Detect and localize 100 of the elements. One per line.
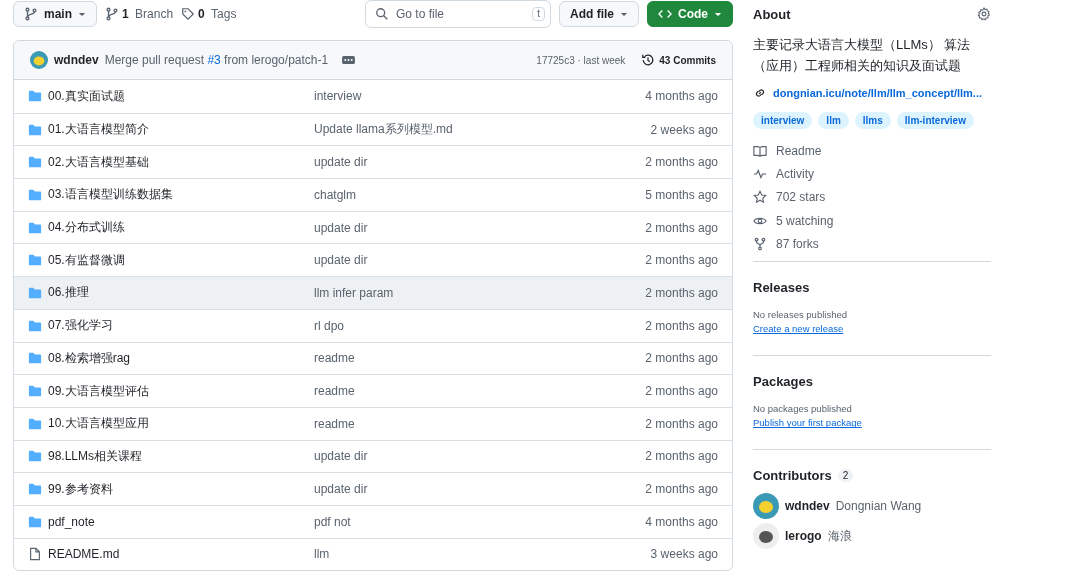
- branch-icon: [105, 7, 119, 21]
- commit-sha-time: 17725c3 · last week: [536, 54, 626, 66]
- commit-message-link[interactable]: readme: [314, 416, 634, 431]
- file-name[interactable]: 02.大语言模型基础: [48, 153, 149, 171]
- commit-message-link[interactable]: update dir: [314, 449, 634, 464]
- contributor-login[interactable]: lerogo: [785, 529, 822, 544]
- commit-message-link[interactable]: Update llama系列模型.md: [314, 121, 634, 139]
- folder-icon: [28, 155, 42, 170]
- contributor-count: 2: [837, 469, 854, 483]
- file-row[interactable]: 09.大语言模型评估 readme 2 months ago: [14, 374, 732, 407]
- file-name[interactable]: 08.检索增强rag: [48, 349, 131, 367]
- file-row[interactable]: README.md llm 3 weeks ago: [14, 537, 732, 571]
- avatar-icon[interactable]: [753, 493, 779, 520]
- branch-button[interactable]: main: [13, 1, 97, 27]
- commit-message-link[interactable]: llm: [314, 547, 634, 562]
- commit-time: 2 months ago: [644, 285, 718, 300]
- releases-note: No releases published: [753, 309, 848, 321]
- settings-icon[interactable]: [977, 7, 991, 21]
- tags-link[interactable]: 0 Tags: [181, 7, 237, 21]
- file-name[interactable]: 05.有监督微调: [48, 251, 125, 269]
- contributors-heading: Contributors: [753, 468, 832, 484]
- branch-icon: [24, 7, 38, 21]
- commit-time: 2 months ago: [644, 416, 718, 431]
- file-row[interactable]: 02.大语言模型基础 update dir 2 months ago: [14, 145, 732, 179]
- file-name[interactable]: README.md: [48, 547, 120, 562]
- file-name[interactable]: 00.真实面试题: [48, 87, 125, 105]
- repo-stat-link[interactable]: 87 forks: [776, 236, 819, 251]
- avatar-icon[interactable]: [753, 523, 779, 550]
- file-name[interactable]: 10.大语言模型应用: [48, 415, 149, 433]
- file-row[interactable]: 99.参考资料 update dir 2 months ago: [14, 472, 732, 505]
- file-row[interactable]: 10.大语言模型应用 readme 2 months ago: [14, 406, 732, 440]
- commit-message-link[interactable]: chatglm: [314, 187, 634, 202]
- file-row[interactable]: 03.语言模型训练数据集 chatglm 5 months ago: [14, 178, 732, 211]
- file-name[interactable]: 01.大语言模型简介: [48, 121, 149, 139]
- file-name[interactable]: pdf_note: [48, 514, 95, 529]
- packages-heading: Packages: [753, 374, 814, 390]
- commits-link[interactable]: 43 Commits: [641, 53, 716, 67]
- shortcut-key: t: [532, 7, 545, 21]
- folder-icon: [28, 122, 42, 137]
- more-icon[interactable]: [342, 56, 356, 64]
- folder-icon: [28, 416, 42, 431]
- search-icon: [375, 7, 389, 21]
- create-release-link[interactable]: Create a new release: [753, 323, 844, 335]
- repo-stat-link[interactable]: 702 stars: [776, 190, 826, 205]
- commit-message-link[interactable]: rl dpo: [314, 318, 634, 333]
- commit-message-link[interactable]: update dir: [314, 253, 634, 268]
- add-file-button[interactable]: Add file: [559, 1, 639, 27]
- file-row[interactable]: pdf_note pdf not 4 months ago: [14, 504, 732, 538]
- commit-message-link[interactable]: interview: [314, 89, 634, 104]
- pull-request-link[interactable]: #3: [207, 53, 221, 67]
- commit-message-link[interactable]: readme: [314, 384, 634, 399]
- avatar-icon: [30, 51, 48, 69]
- topic-tag[interactable]: llm: [818, 112, 849, 129]
- file-row[interactable]: 08.检索增强rag readme 2 months ago: [14, 341, 732, 375]
- file-name[interactable]: 99.参考资料: [48, 480, 113, 498]
- file-name[interactable]: 98.LLMs相关课程: [48, 447, 143, 465]
- file-row[interactable]: 00.真实面试题 interview 4 months ago: [14, 80, 732, 113]
- repo-stat-link[interactable]: Activity: [776, 166, 814, 181]
- repo-stat-link[interactable]: 5 watching: [776, 213, 834, 228]
- commit-message-link[interactable]: readme: [314, 351, 634, 366]
- commit-message-link[interactable]: update dir: [314, 155, 634, 170]
- publish-package-link[interactable]: Publish your first package: [753, 417, 862, 429]
- file-name[interactable]: 06.推理: [48, 284, 89, 302]
- commit-message-link[interactable]: llm infer param: [314, 285, 634, 300]
- topic-tag[interactable]: llms: [854, 112, 891, 129]
- file-row[interactable]: 06.推理 llm infer param 2 months ago: [14, 276, 732, 309]
- contributor-name: 海浪: [827, 528, 852, 545]
- folder-icon: [28, 253, 42, 268]
- file-name[interactable]: 07.强化学习: [48, 317, 113, 335]
- commit-message-link[interactable]: pdf not: [314, 514, 634, 529]
- folder-icon: [28, 187, 42, 202]
- folder-icon: [28, 318, 42, 333]
- file-name[interactable]: 04.分布式训练: [48, 219, 125, 237]
- caret-icon: [78, 11, 86, 17]
- code-button[interactable]: Code: [647, 1, 733, 27]
- file-name[interactable]: 09.大语言模型评估: [48, 382, 149, 400]
- about-heading: About: [753, 6, 791, 22]
- file-name[interactable]: 03.语言模型训练数据集: [48, 186, 173, 204]
- commit-time: 4 months ago: [644, 514, 718, 529]
- file-row[interactable]: 04.分布式训练 update dir 2 months ago: [14, 210, 732, 244]
- topic-tag[interactable]: interview: [753, 112, 813, 129]
- commit-time: 2 months ago: [644, 351, 718, 366]
- commit-message-link[interactable]: update dir: [314, 482, 634, 497]
- file-row[interactable]: 98.LLMs相关课程 update dir 2 months ago: [14, 439, 732, 473]
- file-row[interactable]: 07.强化学习 rl dpo 2 months ago: [14, 308, 732, 342]
- commit-time: 2 months ago: [644, 253, 718, 268]
- history-icon: [641, 53, 656, 67]
- commit-author[interactable]: wdndev: [54, 53, 99, 67]
- link-icon: [753, 86, 767, 100]
- commit-time: 2 months ago: [644, 220, 718, 235]
- commit-time: 2 months ago: [644, 318, 718, 333]
- branches-link[interactable]: 1 Branch: [105, 7, 174, 21]
- file-row[interactable]: 01.大语言模型简介 Update llama系列模型.md 2 weeks ago: [14, 112, 732, 146]
- commit-message-link[interactable]: update dir: [314, 220, 634, 235]
- repo-stat-link[interactable]: Readme: [776, 143, 822, 158]
- topic-tag[interactable]: llm-interview: [896, 112, 974, 129]
- commit-time: 4 months ago: [644, 89, 718, 104]
- contributor-login[interactable]: wdndev: [785, 499, 830, 514]
- commit-time: 2 months ago: [644, 449, 718, 464]
- website-link[interactable]: dongnian.icu/note/llm/llm_concept/llm...: [773, 87, 983, 99]
